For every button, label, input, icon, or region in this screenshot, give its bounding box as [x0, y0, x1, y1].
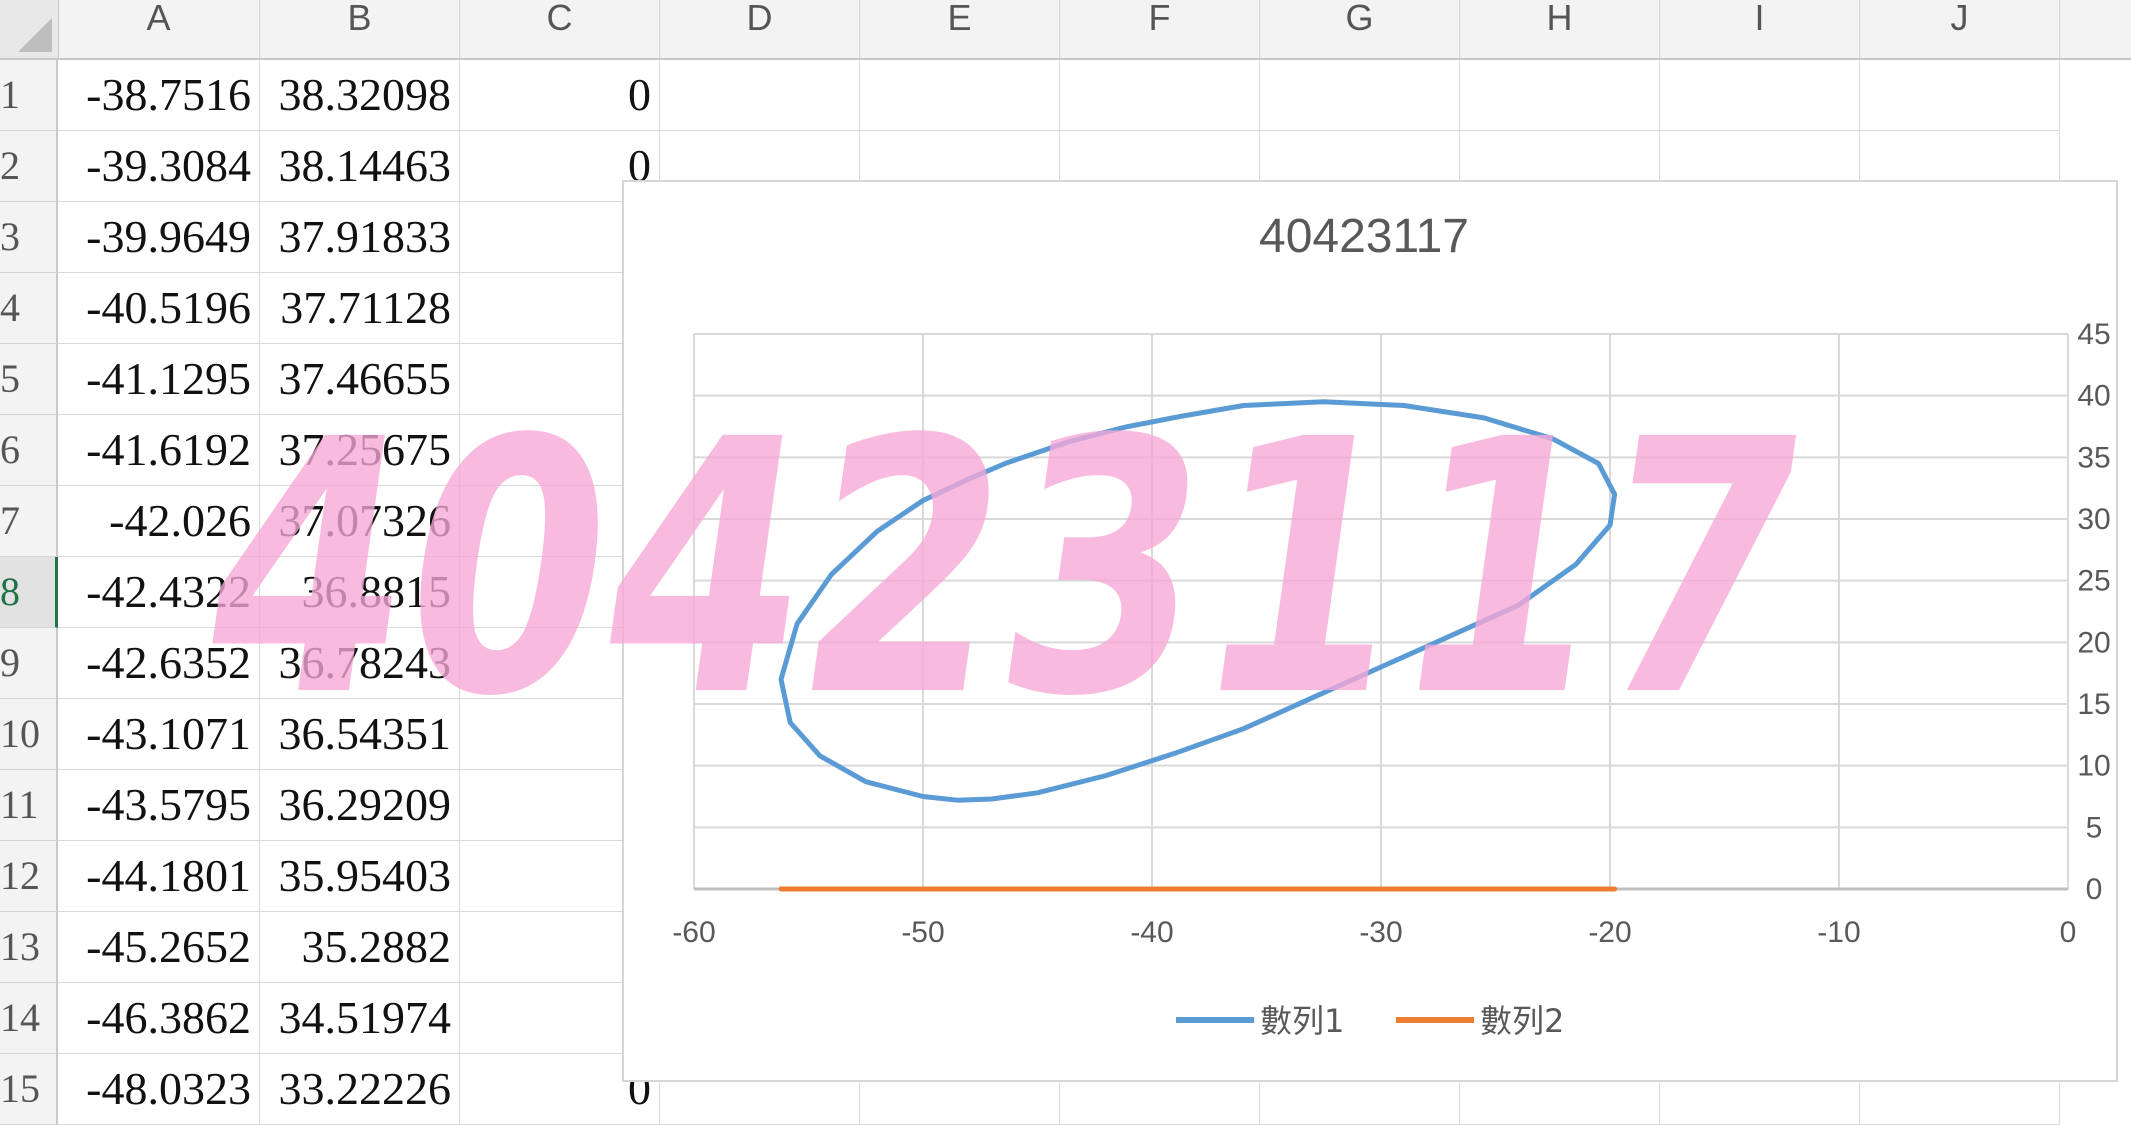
cell-g1[interactable]: [1260, 60, 1460, 131]
row-header-9[interactable]: 9: [0, 628, 58, 699]
legend-label-1: 數列1: [1260, 1002, 1344, 1040]
x-tick-label: -10: [1817, 916, 1860, 949]
cell-a14[interactable]: -46.3862: [58, 983, 260, 1054]
cell-b14[interactable]: 34.51974: [260, 983, 460, 1054]
cell-a2[interactable]: -39.3084: [58, 131, 260, 202]
x-tick-label: -30: [1359, 916, 1402, 949]
row-header-8[interactable]: 8: [0, 557, 58, 628]
column-header-i[interactable]: I: [1660, 0, 1860, 58]
cell-b8[interactable]: 36.8815: [260, 557, 460, 628]
cell-b7[interactable]: 37.07326: [260, 486, 460, 557]
row-header-7[interactable]: 7: [0, 486, 58, 557]
cell-e1[interactable]: [860, 60, 1060, 131]
column-header-j[interactable]: J: [1860, 0, 2060, 58]
cell-b11[interactable]: 36.29209: [260, 770, 460, 841]
cell-a6[interactable]: -41.6192: [58, 415, 260, 486]
column-header-h[interactable]: H: [1460, 0, 1660, 58]
cell-b13[interactable]: 35.2882: [260, 912, 460, 983]
legend-label-2: 數列2: [1480, 1002, 1564, 1040]
row-header-5[interactable]: 5: [0, 344, 58, 415]
column-header-b[interactable]: B: [260, 0, 460, 58]
row-header-12[interactable]: 12: [0, 841, 58, 912]
row-header-1[interactable]: 1: [0, 60, 58, 131]
cell-a1[interactable]: -38.7516: [58, 60, 260, 131]
cell-a7[interactable]: -42.026: [58, 486, 260, 557]
cell-a8[interactable]: -42.4322: [58, 557, 260, 628]
select-all-corner[interactable]: [0, 0, 59, 58]
cell-f1[interactable]: [1060, 60, 1260, 131]
cell-a5[interactable]: -41.1295: [58, 344, 260, 415]
cell-b3[interactable]: 37.91833: [260, 202, 460, 273]
y-tick-label: 25: [2077, 565, 2110, 598]
cell-c1[interactable]: 0: [460, 60, 660, 131]
cell-b2[interactable]: 38.14463: [260, 131, 460, 202]
column-header-a[interactable]: A: [58, 0, 260, 58]
column-header-f[interactable]: F: [1060, 0, 1260, 58]
column-header-g[interactable]: G: [1260, 0, 1460, 58]
row-header-15[interactable]: 15: [0, 1054, 58, 1125]
cell-d1[interactable]: [660, 60, 860, 131]
column-header-d[interactable]: D: [660, 0, 860, 58]
cell-a15[interactable]: -48.0323: [58, 1054, 260, 1125]
y-tick-label: 45: [2077, 318, 2110, 351]
row-header-13[interactable]: 13: [0, 912, 58, 983]
column-header-e[interactable]: E: [860, 0, 1060, 58]
row-header-10[interactable]: 10: [0, 699, 58, 770]
x-tick-label: -50: [901, 916, 944, 949]
column-header-c[interactable]: C: [460, 0, 660, 58]
cell-a10[interactable]: -43.1071: [58, 699, 260, 770]
x-tick-label: -20: [1588, 916, 1631, 949]
cell-b12[interactable]: 35.95403: [260, 841, 460, 912]
cell-b4[interactable]: 37.71128: [260, 273, 460, 344]
cell-b6[interactable]: 37.25675: [260, 415, 460, 486]
y-tick-label: 20: [2077, 626, 2110, 659]
cell-a13[interactable]: -45.2652: [58, 912, 260, 983]
y-tick-label: 0: [2086, 873, 2103, 906]
cell-a12[interactable]: -44.1801: [58, 841, 260, 912]
scatter-chart: 40423117 -60 -50 -40 -30 -20 -10 0 45 40 35 30 25 2…: [672, 210, 2110, 1040]
y-tick-label: 5: [2086, 811, 2103, 844]
row-header-4[interactable]: 4: [0, 273, 58, 344]
cell-i1[interactable]: [1660, 60, 1860, 131]
cell-j1[interactable]: [1860, 60, 2060, 131]
y-tick-label: 10: [2077, 750, 2110, 783]
x-tick-label: -40: [1130, 916, 1173, 949]
chart-area[interactable]: 40423117 -60 -50 -40 -30 -20 -10 0 45 40 35 30 25 2…: [622, 180, 2118, 1082]
cell-a11[interactable]: -43.5795: [58, 770, 260, 841]
chart-title: 40423117: [1259, 210, 1469, 263]
row-header-3[interactable]: 3: [0, 202, 58, 273]
select-all-icon: [18, 18, 52, 52]
cell-a4[interactable]: -40.5196: [58, 273, 260, 344]
cell-a9[interactable]: -42.6352: [58, 628, 260, 699]
row-header-6[interactable]: 6: [0, 415, 58, 486]
y-tick-label: 30: [2077, 503, 2110, 536]
cell-b15[interactable]: 33.22226: [260, 1054, 460, 1125]
cell-h1[interactable]: [1460, 60, 1660, 131]
y-tick-label: 15: [2077, 688, 2110, 721]
row-header-2[interactable]: 2: [0, 131, 58, 202]
row-header-11[interactable]: 11: [0, 770, 58, 841]
x-tick-label: -60: [672, 916, 715, 949]
series-line-1[interactable]: [778, 399, 1618, 803]
y-tick-label: 35: [2077, 441, 2110, 474]
y-tick-label: 40: [2077, 380, 2110, 413]
cell-a3[interactable]: -39.9649: [58, 202, 260, 273]
cell-b10[interactable]: 36.54351: [260, 699, 460, 770]
cell-b1[interactable]: 38.32098: [260, 60, 460, 131]
row-header-14[interactable]: 14: [0, 983, 58, 1054]
cell-b9[interactable]: 36.78243: [260, 628, 460, 699]
x-tick-label: 0: [2060, 916, 2077, 949]
cell-b5[interactable]: 37.46655: [260, 344, 460, 415]
